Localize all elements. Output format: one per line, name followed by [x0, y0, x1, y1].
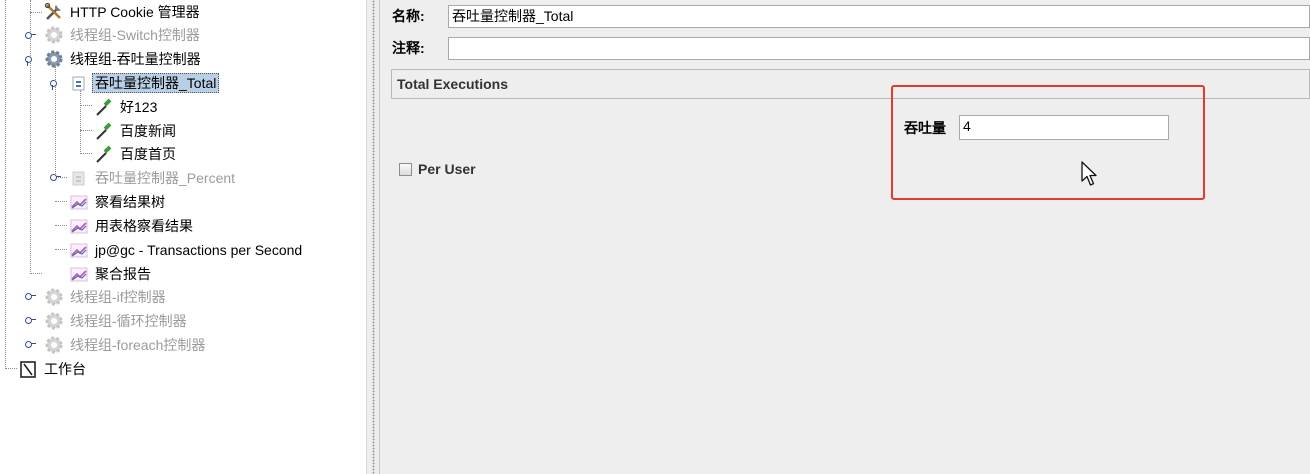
tree-item-label: 线程组-if控制器: [70, 289, 166, 305]
tree-item-sampler-baidu-home[interactable]: 百度首页: [94, 143, 179, 165]
name-field[interactable]: 吞吐量控制器_Total: [448, 5, 1310, 28]
tree-item-label: 线程组-Switch控制器: [70, 27, 200, 43]
tree-item-label: 工作台: [44, 361, 86, 377]
name-row: 名称:: [392, 4, 444, 28]
comment-row: 注释:: [392, 36, 444, 60]
gear-icon: [44, 287, 64, 307]
gear-icon: [44, 335, 64, 355]
name-label: 名称:: [392, 8, 425, 24]
tree-item-label: 吞吐量控制器_Total: [92, 73, 220, 93]
tree-item-thread-group-foreach[interactable]: 线程组-foreach控制器: [44, 334, 208, 356]
tree-item-label: 线程组-循环控制器: [70, 313, 187, 329]
tree-item-workbench[interactable]: 工作台: [18, 358, 89, 380]
per-user-checkbox[interactable]: Per User: [399, 161, 476, 177]
tree-item-label: jp@gc - Transactions per Second: [95, 242, 303, 258]
annotation-highlight-box: [891, 85, 1205, 200]
expand-handle-loop[interactable]: [25, 315, 37, 325]
tree-item-throughput-controller-percent[interactable]: 吞吐量控制器_Percent: [69, 167, 238, 189]
tree-item-label: 百度首页: [120, 146, 176, 162]
expand-handle-switch[interactable]: [25, 30, 37, 40]
tree-item-label: 吞吐量控制器_Percent: [95, 170, 236, 186]
controller-icon: [69, 168, 89, 188]
pipette-icon: [94, 121, 114, 141]
tree-item-sampler-hao123[interactable]: 好123: [94, 96, 160, 118]
tree-item-thread-group-if[interactable]: 线程组-if控制器: [44, 286, 169, 308]
tree-item-label: 察看结果树: [95, 194, 165, 210]
tree-item-label: HTTP Cookie 管理器: [70, 4, 200, 20]
split-pane-divider[interactable]: [366, 0, 380, 474]
tree-item-thread-group-loop[interactable]: 线程组-循环控制器: [44, 310, 190, 332]
gear-icon: [44, 49, 64, 69]
mode-value: Total Executions: [397, 76, 508, 92]
expand-handle-percent[interactable]: [50, 172, 62, 182]
comment-label: 注释:: [392, 40, 425, 56]
tree-item-label: 用表格察看结果: [95, 218, 193, 234]
tree-item-http-cookie-manager[interactable]: HTTP Cookie 管理器: [44, 1, 203, 23]
expand-handle-foreach[interactable]: [25, 339, 37, 349]
tree-item-aggregate-report[interactable]: 聚合报告: [69, 263, 154, 285]
tree-item-thread-group-switch[interactable]: 线程组-Switch控制器: [44, 24, 203, 46]
gear-icon: [44, 25, 64, 45]
comment-field[interactable]: [448, 37, 1310, 60]
checkbox-box[interactable]: [399, 162, 412, 176]
collapse-handle-total[interactable]: [50, 78, 62, 90]
expand-handle-if[interactable]: [25, 291, 37, 301]
per-user-label: Per User: [418, 161, 476, 177]
tree-item-throughput-controller-total[interactable]: 吞吐量控制器_Total: [69, 72, 220, 94]
tree-item-label: 线程组-foreach控制器: [70, 337, 206, 353]
tree-item-thread-group-throughput[interactable]: 线程组-吞吐量控制器: [44, 48, 204, 70]
pipette-icon: [94, 144, 114, 164]
tree-item-view-results-tree[interactable]: 察看结果树: [69, 191, 168, 213]
tree-item-sampler-baidu-news[interactable]: 百度新闻: [94, 120, 179, 142]
graph-icon: [69, 264, 89, 284]
tree-item-view-results-table[interactable]: 用表格察看结果: [69, 215, 196, 237]
tree-item-transactions-per-second[interactable]: jp@gc - Transactions per Second: [69, 239, 305, 261]
pipette-icon: [94, 97, 114, 117]
tree-item-label: 好123: [120, 99, 158, 115]
workbench-icon: [18, 359, 38, 379]
wrench-scissors-icon: [44, 2, 64, 22]
controller-icon: [69, 73, 89, 93]
mouse-pointer-icon: [1080, 161, 1098, 190]
tree-item-label: 线程组-吞吐量控制器: [70, 51, 201, 67]
test-plan-tree[interactable]: HTTP Cookie 管理器 线程组-Switch控制器 线程组-吞吐量控制器…: [0, 0, 366, 474]
graph-icon: [69, 240, 89, 260]
tree-item-label: 百度新闻: [120, 123, 176, 139]
graph-icon: [69, 192, 89, 212]
gear-icon: [44, 311, 64, 331]
graph-icon: [69, 216, 89, 236]
collapse-handle-throughput-group[interactable]: [25, 54, 37, 66]
throughput-controller-editor: 名称: 吞吐量控制器_Total 注释: Total Executions Pe…: [380, 0, 1310, 474]
tree-item-label: 聚合报告: [95, 266, 151, 282]
